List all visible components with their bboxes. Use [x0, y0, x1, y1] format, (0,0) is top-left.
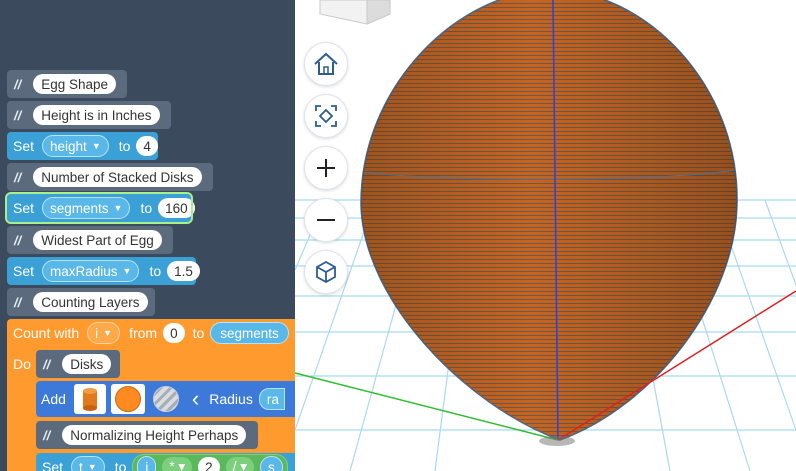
- zoom-in-icon: [317, 159, 335, 177]
- comment-icon: //: [14, 294, 22, 310]
- comment-block[interactable]: // Height is in Inches: [7, 101, 171, 129]
- comment-block[interactable]: // Widest Part of Egg: [7, 226, 173, 254]
- comment-icon: //: [14, 232, 22, 248]
- to-keyword: to: [140, 200, 153, 216]
- radius-variable[interactable]: ra: [258, 388, 285, 410]
- fit-view-icon: [315, 105, 337, 127]
- set-variable-block[interactable]: Set maxRadius ▼ to 1.5: [7, 257, 200, 285]
- cylinder-icon: [82, 388, 97, 411]
- operator-dropdown[interactable]: * ▾: [162, 457, 193, 471]
- comment-text[interactable]: Egg Shape: [33, 74, 117, 94]
- comment-block[interactable]: // Normalizing Height Perhaps: [36, 421, 258, 449]
- from-number-input[interactable]: 0: [163, 323, 185, 343]
- number-input[interactable]: 160: [158, 198, 195, 218]
- from-keyword: from: [129, 325, 158, 341]
- number-input[interactable]: 4: [136, 136, 158, 156]
- chevron-down-icon: ▼: [87, 462, 97, 471]
- chevron-down-icon: ▼: [113, 203, 123, 213]
- chevron-down-icon: ▼: [91, 141, 101, 151]
- comment-text[interactable]: Counting Layers: [33, 292, 148, 312]
- radius-keyword: Radius: [209, 391, 253, 407]
- chevron-down-icon: ▼: [122, 266, 132, 276]
- set-variable-block[interactable]: Set height ▼ to 4: [7, 132, 158, 160]
- comment-icon: //: [14, 76, 22, 92]
- to-keyword: to: [149, 263, 162, 279]
- zoom-out-icon: [317, 219, 335, 221]
- to-keyword: to: [114, 459, 127, 471]
- view-cube[interactable]: [319, 0, 391, 25]
- operator-dropdown[interactable]: / ▾: [225, 457, 254, 471]
- to-variable[interactable]: segments: [210, 322, 289, 344]
- number-input[interactable]: 2: [198, 457, 220, 471]
- comment-text[interactable]: Number of Stacked Disks: [33, 167, 202, 187]
- comment-block[interactable]: // Egg Shape: [7, 70, 127, 98]
- comment-text[interactable]: Disks: [62, 354, 112, 374]
- comment-text[interactable]: Widest Part of Egg: [33, 230, 162, 250]
- variable-name: maxRadius: [50, 263, 118, 279]
- color-swatch-orange[interactable]: [110, 384, 145, 414]
- home-view-button[interactable]: [304, 42, 348, 86]
- egg-shading: [360, 0, 738, 440]
- add-keyword: Add: [41, 391, 66, 407]
- variable-dropdown[interactable]: maxRadius ▼: [42, 260, 140, 282]
- variable-dropdown[interactable]: segments ▼: [42, 197, 131, 219]
- variable-dropdown[interactable]: height ▼: [42, 135, 109, 157]
- count-loop-header[interactable]: Count with i▼ from 0 to segments by: [7, 319, 295, 347]
- comment-icon: //: [14, 169, 22, 185]
- chevron-left-icon[interactable]: ‹: [192, 388, 199, 410]
- do-keyword: Do: [13, 356, 31, 372]
- add-shape-block[interactable]: Add ‹ Radius ra: [36, 381, 295, 417]
- egg-shadow: [539, 436, 575, 446]
- variable-name: height: [50, 138, 87, 154]
- set-variable-block[interactable]: Set segments ▼ to 160: [5, 192, 195, 224]
- comment-icon: //: [14, 107, 22, 123]
- comment-text[interactable]: Normalizing Height Perhaps: [62, 425, 247, 445]
- comment-icon: //: [43, 356, 51, 372]
- cylinder-shape-thumbnail[interactable]: [73, 384, 106, 414]
- expr-variable-i[interactable]: i: [137, 456, 157, 471]
- comment-icon: //: [43, 427, 51, 443]
- expr-variable-segments[interactable]: s: [259, 456, 283, 471]
- scene-canvas[interactable]: [295, 0, 796, 471]
- set-keyword: Set: [13, 263, 35, 279]
- hole-material-swatch[interactable]: [150, 384, 182, 414]
- variable-dropdown[interactable]: t ▼: [71, 456, 105, 471]
- zoom-out-button[interactable]: [304, 198, 348, 242]
- math-expression-block[interactable]: i * ▾ 2 / ▾ s: [132, 454, 288, 471]
- variable-name: t: [79, 459, 83, 471]
- comment-block[interactable]: // Number of Stacked Disks: [7, 163, 213, 191]
- comment-text[interactable]: Height is in Inches: [33, 105, 160, 125]
- comment-block[interactable]: // Disks: [36, 350, 120, 378]
- perspective-cube-icon: [316, 260, 336, 284]
- set-keyword: Set: [13, 138, 35, 154]
- home-icon: [314, 52, 338, 75]
- to-keyword: to: [192, 325, 205, 341]
- set-keyword: Set: [13, 200, 35, 216]
- variable-name: segments: [50, 200, 109, 216]
- fit-view-button[interactable]: [304, 94, 348, 138]
- zoom-in-button[interactable]: [304, 146, 348, 190]
- loop-variable-dropdown[interactable]: i ▼: [87, 322, 121, 344]
- number-input[interactable]: 1.5: [167, 261, 200, 281]
- perspective-toggle-button[interactable]: [304, 250, 348, 294]
- count-with-keyword: Count with: [13, 325, 80, 341]
- comment-block[interactable]: // Counting Layers: [7, 288, 155, 316]
- code-blocks-panel[interactable]: // Egg Shape // Height is in Inches Set …: [0, 0, 295, 471]
- set-variable-block[interactable]: Set t ▼ to i * ▾ 2 / ▾ s: [36, 453, 295, 471]
- to-keyword: to: [118, 138, 131, 154]
- chevron-down-icon: ▼: [103, 328, 113, 338]
- set-keyword: Set: [42, 459, 64, 471]
- 3d-viewport[interactable]: [295, 0, 796, 471]
- variable-name: i: [95, 325, 99, 341]
